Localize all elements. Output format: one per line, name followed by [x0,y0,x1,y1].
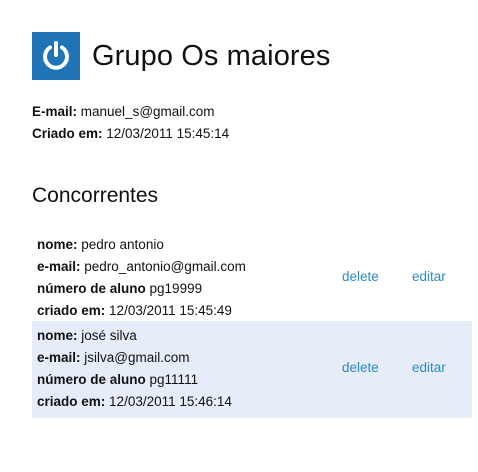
name-label: nome: [37,328,78,343]
page-title: Grupo Os maiores [92,39,331,72]
group-created-label: Criado em: [32,126,103,141]
email-label: e-mail: [37,259,81,274]
power-icon [32,32,80,80]
competitor-name: nome: josé silva [37,325,472,347]
group-created: Criado em: 12/03/2011 15:45:14 [32,123,229,145]
group-created-value: 12/03/2011 15:45:14 [106,126,230,141]
competitor-created: criado em: 12/03/2011 15:46:14 [37,391,472,413]
competitor-email: e-mail: pedro_antonio@gmail.com [37,256,472,278]
page: Grupo Os maiores E-mail: manuel_s@gmail.… [0,0,478,472]
competitor-list: nome: pedro antonio e-mail: pedro_antoni… [32,228,472,418]
competitor-student-number: número de aluno pg19999 [37,278,472,300]
group-meta: E-mail: manuel_s@gmail.com Criado em: 12… [32,101,229,145]
edit-link[interactable]: editar [412,266,446,288]
student-number-value: pg11111 [149,372,199,387]
created-value: 12/03/2011 15:45:49 [109,303,232,318]
group-email-value: manuel_s@gmail.com [80,104,215,119]
competitor-created: criado em: 12/03/2011 15:45:49 [37,300,472,322]
name-label: nome: [37,237,78,252]
name-value: josé silva [81,328,137,343]
student-number-label: número de aluno [37,372,146,387]
competitor-row: nome: pedro antonio e-mail: pedro_antoni… [32,228,472,321]
group-email-label: E-mail: [32,104,78,119]
name-value: pedro antonio [81,237,164,252]
email-value: jsilva@gmail.com [84,350,190,365]
email-value: pedro_antonio@gmail.com [84,259,246,274]
delete-link[interactable]: delete [342,357,379,379]
delete-link[interactable]: delete [342,266,379,288]
created-value: 12/03/2011 15:46:14 [109,394,232,409]
created-label: criado em: [37,303,106,318]
competitor-name: nome: pedro antonio [37,234,472,256]
competitor-row: nome: josé silva e-mail: jsilva@gmail.co… [32,321,472,418]
student-number-value: pg19999 [149,281,203,296]
group-email: E-mail: manuel_s@gmail.com [32,101,229,123]
competitor-email: e-mail: jsilva@gmail.com [37,347,472,369]
competitor-student-number: número de aluno pg11111 [37,369,472,391]
edit-link[interactable]: editar [412,357,446,379]
student-number-label: número de aluno [37,281,146,296]
section-title: Concorrentes [32,184,159,207]
email-label: e-mail: [37,350,81,365]
group-header: Grupo Os maiores [32,32,331,80]
created-label: criado em: [37,394,106,409]
